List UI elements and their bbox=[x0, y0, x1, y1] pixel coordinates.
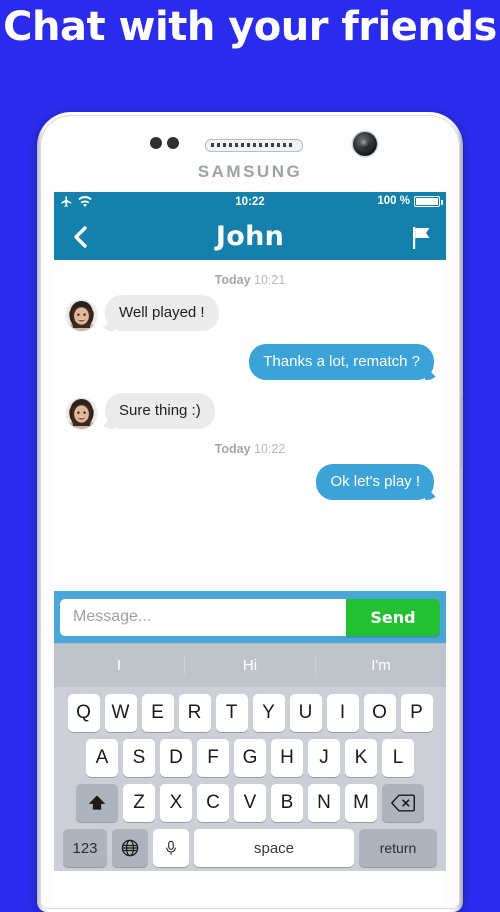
key-b[interactable]: B bbox=[271, 784, 303, 822]
keyboard-row-2: A S D F G H J K L bbox=[54, 739, 446, 777]
key-n[interactable]: N bbox=[308, 784, 340, 822]
date-separator: Today 10:22 bbox=[54, 442, 446, 456]
message-composer: Send bbox=[54, 591, 446, 643]
message-bubble: Sure thing :) bbox=[105, 393, 215, 429]
date-separator-label: Today bbox=[214, 442, 251, 456]
date-separator: Today 10:21 bbox=[54, 273, 446, 287]
key-e[interactable]: E bbox=[141, 694, 174, 732]
message-bubble: Ok let's play ! bbox=[316, 464, 434, 500]
key-k[interactable]: K bbox=[345, 739, 377, 777]
keyboard-row-4: 123 space return bbox=[54, 829, 446, 867]
phone-screen: 10:22 100 % John Today 10:21 Well played… bbox=[54, 192, 446, 908]
status-bar-right: 100 % bbox=[377, 195, 443, 207]
keyboard-row-3: Z X C V B N M bbox=[54, 784, 446, 822]
return-key[interactable]: return bbox=[359, 829, 437, 867]
message-row: Ok let's play ! bbox=[54, 464, 446, 500]
app-navbar: John bbox=[54, 214, 446, 260]
key-j[interactable]: J bbox=[308, 739, 340, 777]
prediction-item[interactable]: I bbox=[54, 657, 184, 674]
key-s[interactable]: S bbox=[123, 739, 155, 777]
message-list[interactable]: Today 10:21 Well played ! Thanks a lot, … bbox=[54, 260, 446, 591]
key-y[interactable]: Y bbox=[252, 694, 285, 732]
message-input[interactable] bbox=[60, 598, 346, 636]
prediction-item[interactable]: Hi bbox=[184, 657, 315, 674]
key-x[interactable]: X bbox=[160, 784, 192, 822]
key-c[interactable]: C bbox=[197, 784, 229, 822]
front-camera-icon bbox=[353, 132, 377, 156]
message-row: Well played ! bbox=[54, 295, 446, 331]
date-separator-label: Today bbox=[214, 273, 251, 287]
avatar[interactable] bbox=[66, 398, 97, 429]
power-button[interactable] bbox=[461, 395, 463, 467]
key-w[interactable]: W bbox=[104, 694, 137, 732]
key-a[interactable]: A bbox=[86, 739, 118, 777]
key-v[interactable]: V bbox=[234, 784, 266, 822]
phone-mockup: SAMSUNG 10:22 100 % John Today 10:21 Wel… bbox=[37, 112, 463, 912]
key-o[interactable]: O bbox=[363, 694, 396, 732]
send-button[interactable]: Send bbox=[346, 598, 440, 636]
key-t[interactable]: T bbox=[215, 694, 248, 732]
keyboard-row-1: Q W E R T Y U I O P bbox=[54, 694, 446, 732]
date-separator-time: 10:21 bbox=[254, 273, 286, 287]
key-d[interactable]: D bbox=[160, 739, 192, 777]
key-p[interactable]: P bbox=[400, 694, 433, 732]
on-screen-keyboard: I Hi I'm Q W E R T Y U I O P A S D F G H… bbox=[54, 643, 446, 871]
phone-brand-logo: SAMSUNG bbox=[197, 162, 303, 181]
prediction-item[interactable]: I'm bbox=[315, 657, 446, 674]
earpiece-speaker bbox=[205, 139, 303, 152]
prediction-bar: I Hi I'm bbox=[54, 643, 446, 687]
shift-key[interactable] bbox=[76, 784, 118, 822]
message-row: Thanks a lot, rematch ? bbox=[54, 344, 446, 380]
key-q[interactable]: Q bbox=[67, 694, 100, 732]
battery-icon bbox=[414, 195, 443, 207]
conversation-title: John bbox=[215, 221, 285, 252]
flag-icon[interactable] bbox=[410, 226, 432, 250]
battery-percent-label: 100 % bbox=[377, 195, 410, 207]
numbers-key[interactable]: 123 bbox=[63, 829, 107, 867]
key-g[interactable]: G bbox=[234, 739, 266, 777]
microphone-icon[interactable] bbox=[153, 829, 189, 867]
key-i[interactable]: I bbox=[326, 694, 359, 732]
key-r[interactable]: R bbox=[178, 694, 211, 732]
message-bubble: Thanks a lot, rematch ? bbox=[249, 344, 434, 380]
status-bar: 10:22 100 % bbox=[54, 192, 446, 214]
key-h[interactable]: H bbox=[271, 739, 303, 777]
light-sensor-icon bbox=[167, 137, 179, 149]
globe-icon[interactable] bbox=[112, 829, 148, 867]
key-u[interactable]: U bbox=[289, 694, 322, 732]
date-separator-time: 10:22 bbox=[254, 442, 286, 456]
key-l[interactable]: L bbox=[382, 739, 414, 777]
page-title: Chat with your friends bbox=[0, 4, 500, 51]
avatar[interactable] bbox=[66, 300, 97, 331]
key-z[interactable]: Z bbox=[123, 784, 155, 822]
message-row: Sure thing :) bbox=[54, 393, 446, 429]
space-key[interactable]: space bbox=[194, 829, 354, 867]
key-m[interactable]: M bbox=[345, 784, 377, 822]
proximity-sensor-icon bbox=[150, 137, 162, 149]
key-f[interactable]: F bbox=[197, 739, 229, 777]
headline-text: Chat with your friends bbox=[3, 4, 497, 50]
backspace-key[interactable] bbox=[382, 784, 424, 822]
message-bubble: Well played ! bbox=[105, 295, 219, 331]
